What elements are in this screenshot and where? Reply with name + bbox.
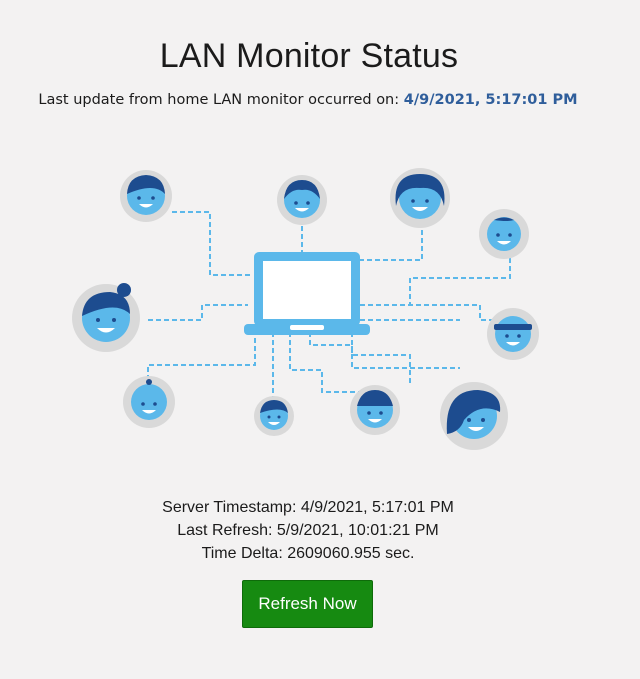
laptop-icon — [244, 252, 370, 335]
last-update-timestamp: 4/9/2021, 5:17:01 PM — [403, 92, 578, 108]
avatar-icon — [123, 376, 175, 428]
last-update-label: Last update from home LAN monitor occurr… — [38, 92, 400, 108]
time-delta: Time Delta: 2609060.955 sec. — [201, 545, 415, 562]
refresh-now-button[interactable]: Refresh Now — [242, 580, 373, 628]
avatar-icon — [390, 168, 450, 228]
avatar-icon — [479, 209, 529, 259]
avatar-icon — [487, 308, 539, 360]
last-refresh: Last Refresh: 5/9/2021, 10:01:21 PM — [177, 522, 439, 539]
avatar-icon — [350, 385, 400, 435]
status-info: Server Timestamp: 4/9/2021, 5:17:01 PM L… — [0, 496, 616, 565]
avatar-icon — [72, 283, 140, 352]
last-update-line: Last update from home LAN monitor occurr… — [0, 92, 616, 108]
avatar-icon — [120, 170, 172, 222]
avatar-icon — [277, 175, 327, 225]
page-title: LAN Monitor Status — [159, 36, 459, 75]
network-illustration — [72, 168, 539, 450]
avatar-icon — [254, 396, 294, 436]
avatar-icon — [440, 382, 508, 450]
server-timestamp: Server Timestamp: 4/9/2021, 5:17:01 PM — [162, 499, 454, 516]
